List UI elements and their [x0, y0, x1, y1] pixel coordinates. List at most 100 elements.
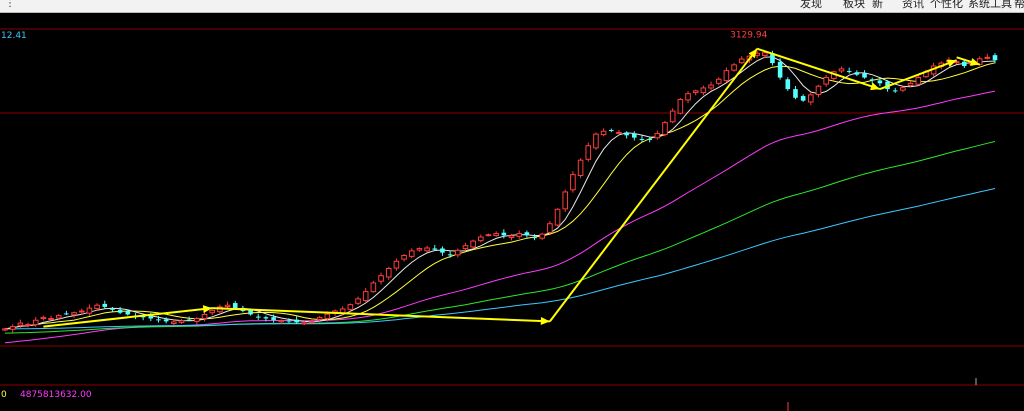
- candle-body-down: [432, 248, 438, 250]
- candle-body-down: [294, 319, 299, 323]
- menu-item[interactable]: 资讯: [902, 0, 924, 11]
- candle-body-down: [854, 72, 860, 75]
- candle-body-down: [608, 129, 614, 131]
- candle-body-down: [232, 303, 238, 309]
- candle-body-up: [570, 174, 576, 191]
- volume-left-label: 0: [1, 390, 7, 400]
- candle-body-up: [547, 223, 553, 233]
- candle-body-up: [508, 235, 515, 238]
- candle-body-down: [440, 248, 445, 253]
- candle-body-up: [55, 315, 62, 319]
- candle-body-up: [662, 122, 668, 135]
- candle-body-up: [915, 77, 922, 85]
- ma30-line: [4, 90, 996, 344]
- candle-body-down: [877, 80, 883, 84]
- candle-body-up: [838, 68, 845, 72]
- candle-body-down: [102, 303, 108, 307]
- candle-body-up: [685, 93, 691, 101]
- candle-body-down: [869, 79, 875, 81]
- candle-body-up: [616, 131, 622, 134]
- candle-body-down: [524, 232, 530, 236]
- candle-body-up: [370, 282, 377, 293]
- candle-body-down: [255, 316, 261, 318]
- candle-body-up: [324, 313, 331, 319]
- candle-body-up: [278, 320, 285, 323]
- candle-body-up: [654, 133, 661, 139]
- menu-dots-icon[interactable]: ⋮: [5, 0, 15, 9]
- candle-body-up: [577, 159, 584, 176]
- candle-body-up: [516, 233, 522, 237]
- candle-body-down: [64, 313, 69, 315]
- candle-body-up: [470, 240, 476, 248]
- moving-averages: [4, 56, 996, 344]
- candle-body-down: [532, 237, 537, 239]
- trend-arrows: [43, 47, 980, 328]
- candle-body-down: [186, 319, 192, 321]
- candle-body-up: [478, 236, 484, 242]
- menu-item[interactable]: 板块: [843, 0, 865, 11]
- candle-body-down: [263, 317, 269, 319]
- candle-body-up: [86, 307, 93, 314]
- candle-body-up: [708, 84, 714, 89]
- candle-body-up: [562, 191, 569, 210]
- peak-price-label: 3129.94: [730, 31, 767, 41]
- menu-item[interactable]: 发现: [800, 0, 822, 11]
- candle-body-up: [362, 291, 369, 302]
- candle-body-down: [846, 71, 852, 73]
- candle-body-up: [48, 317, 54, 320]
- candle-body-up: [408, 250, 415, 257]
- candle-body-up: [815, 85, 822, 95]
- candle-body-up: [194, 317, 200, 322]
- trend-arrowhead: [870, 82, 880, 91]
- ma5-line: [4, 56, 996, 330]
- candle-body-down: [110, 308, 115, 310]
- candle-body-up: [393, 260, 400, 269]
- candle-body-down: [248, 310, 253, 315]
- kline-chart[interactable]: 12.41 3129.94 0 4875813632.00: [0, 12, 1024, 411]
- candle-body-down: [447, 254, 453, 256]
- candle-body-up: [78, 310, 85, 313]
- candle-body-up: [224, 304, 231, 308]
- candle-body-up: [485, 234, 492, 237]
- menu-item[interactable]: 个性化: [930, 0, 963, 11]
- candle-body-up: [462, 245, 469, 250]
- candle-body-up: [669, 110, 676, 123]
- candle-body-up: [731, 64, 737, 71]
- candle-body-down: [785, 79, 791, 90]
- candle-body-up: [677, 99, 684, 114]
- candle-body-up: [823, 77, 829, 85]
- candle-body-down: [862, 73, 867, 78]
- candle-body-up: [715, 78, 722, 84]
- menu-item[interactable]: 帮: [1014, 0, 1024, 11]
- trend-line: [549, 48, 758, 322]
- ma120-line: [5, 188, 996, 330]
- candle-body-up: [700, 87, 707, 94]
- candles: [2, 50, 998, 333]
- candle-body-up: [355, 298, 361, 304]
- candle-body-up: [493, 233, 499, 237]
- price-axis-label: 12.41: [1, 31, 27, 41]
- candle-body-down: [800, 96, 806, 101]
- menu-item[interactable]: 系统工具: [968, 0, 1012, 11]
- candle-body-up: [585, 145, 592, 160]
- candle-body-up: [401, 255, 407, 260]
- candle-body-up: [209, 309, 216, 314]
- candle-body-down: [632, 133, 637, 138]
- candle-body-down: [892, 90, 898, 92]
- candle-body-up: [347, 304, 354, 310]
- candle-body-up: [378, 275, 384, 282]
- candle-body-up: [2, 328, 8, 331]
- candle-body-up: [454, 249, 461, 256]
- candle-body-up: [907, 82, 914, 87]
- candle-body-down: [777, 61, 783, 78]
- candle-body-up: [600, 130, 607, 136]
- candle-body-down: [962, 61, 967, 66]
- candle-body-up: [984, 56, 991, 59]
- candle-body-down: [117, 309, 123, 313]
- candle-body-up: [723, 70, 730, 82]
- candle-body-up: [171, 321, 177, 325]
- menu-item[interactable]: 新: [872, 0, 883, 11]
- candle-body-down: [647, 138, 652, 140]
- candle-body-up: [32, 319, 39, 326]
- candle-body-down: [271, 317, 276, 320]
